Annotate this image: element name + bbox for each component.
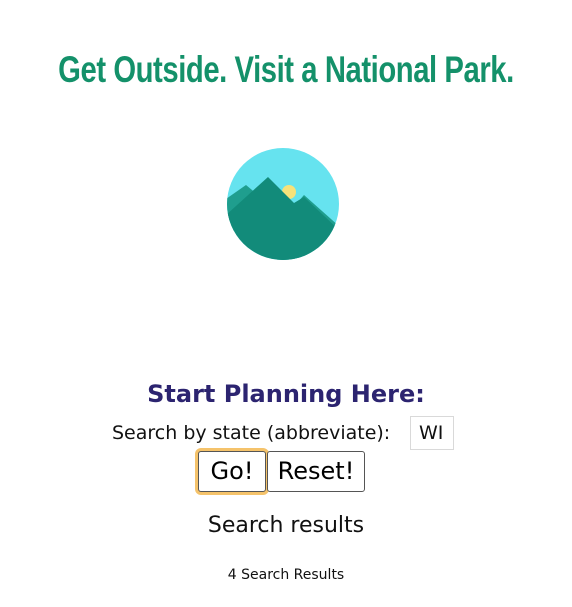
go-button[interactable]: Go!	[198, 451, 266, 492]
mountain-sun-icon	[226, 147, 340, 261]
state-search-input[interactable]	[410, 416, 454, 450]
search-row: Search by state (abbreviate):	[0, 415, 572, 451]
section-heading: Start Planning Here:	[147, 379, 425, 408]
reset-button[interactable]: Reset!	[267, 451, 365, 492]
mountain-sun-graphic	[227, 148, 339, 260]
search-results-heading: Search results	[207, 513, 365, 538]
search-results-count: 4 Search Results	[227, 567, 345, 583]
page-title: Get Outside. Visit a National Park.	[58, 49, 514, 91]
search-label: Search by state (abbreviate):	[112, 422, 391, 444]
